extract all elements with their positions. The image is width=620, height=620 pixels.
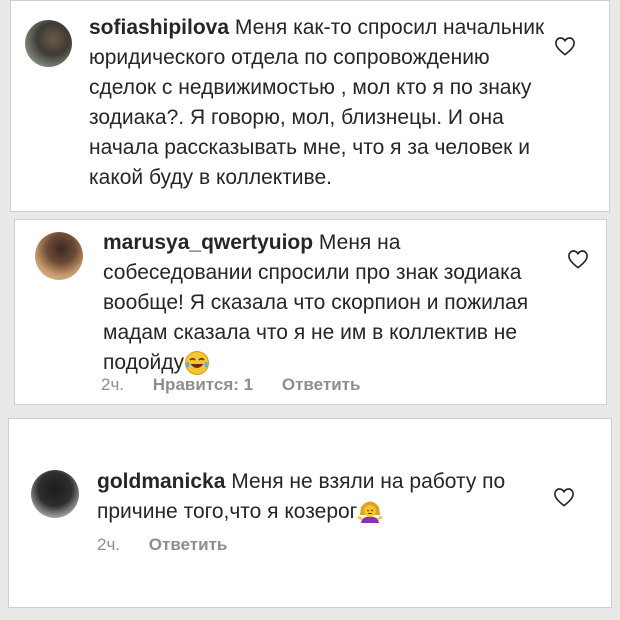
avatar[interactable] [25, 20, 72, 67]
avatar[interactable] [31, 470, 79, 518]
heart-outline-icon[interactable] [553, 487, 575, 507]
comment-card: sofiashipilova Меня как-то спросил начал… [10, 0, 610, 212]
comment-time: 2ч. [101, 375, 125, 394]
comment-body: goldmanicka Меня не взяли на работу по п… [97, 467, 537, 527]
comment-username[interactable]: sofiashipilova [89, 16, 229, 39]
comment-body: sofiashipilova Меня как-то спросил начал… [89, 13, 559, 193]
comment-text: Меня как-то спросил начальник юридическо… [89, 16, 545, 189]
comment-meta: 2ч. Ответить [97, 535, 251, 555]
woman-shrugging-icon [357, 501, 383, 524]
avatar[interactable] [35, 232, 83, 280]
comment-body: marusya_qwertyuiop Меня на собеседовании… [103, 228, 553, 378]
comment-username[interactable]: goldmanicka [97, 470, 225, 493]
comment-card: goldmanicka Меня не взяли на работу по п… [8, 418, 612, 608]
comment-meta: 2ч. Нравится: 1 Ответить [101, 375, 384, 395]
likes-count[interactable]: Нравится: 1 [153, 375, 253, 394]
reply-button[interactable]: Ответить [282, 375, 361, 394]
comment-username[interactable]: marusya_qwertyuiop [103, 231, 313, 254]
reply-button[interactable]: Ответить [149, 535, 228, 554]
comment-card: marusya_qwertyuiop Меня на собеседовании… [14, 219, 607, 405]
heart-outline-icon[interactable] [554, 36, 576, 56]
face-with-tears-of-joy-icon [185, 351, 210, 376]
comment-time: 2ч. [97, 535, 121, 554]
heart-outline-icon[interactable] [567, 249, 589, 269]
